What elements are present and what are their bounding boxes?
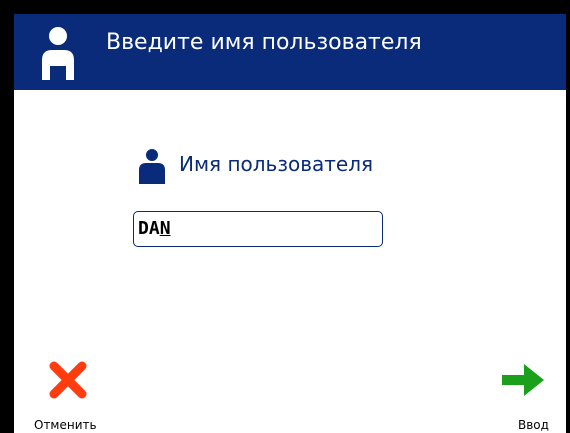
cancel-button[interactable]: Отменить <box>20 360 120 433</box>
cancel-label: Отменить <box>34 418 97 432</box>
enter-button[interactable]: Ввод <box>490 360 570 433</box>
header-bar: Введите имя пользователя <box>14 14 566 90</box>
page-title: Введите имя пользователя <box>106 30 422 55</box>
user-icon <box>42 27 74 80</box>
username-value: DAN <box>138 218 171 239</box>
x-icon <box>49 361 87 399</box>
username-label: Имя пользователя <box>179 152 374 176</box>
enter-label: Ввод <box>518 418 549 432</box>
arrow-right-icon <box>502 364 544 396</box>
username-input[interactable]: DAN <box>133 211 383 247</box>
user-icon <box>139 149 165 184</box>
text-cursor: N <box>159 218 171 239</box>
